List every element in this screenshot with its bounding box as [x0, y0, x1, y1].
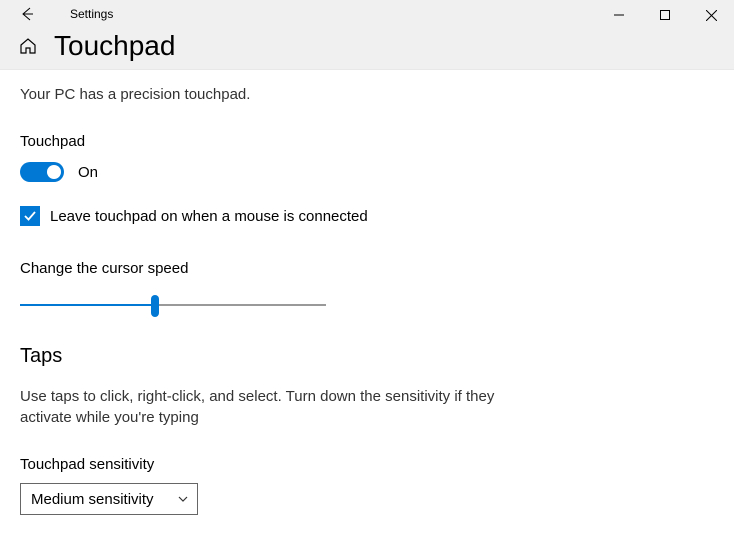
sensitivity-value: Medium sensitivity [31, 491, 154, 508]
minimize-button[interactable] [596, 0, 642, 30]
leave-touchpad-on-label: Leave touchpad on when a mouse is connec… [50, 208, 368, 225]
home-icon[interactable] [18, 36, 38, 56]
toggle-thumb [47, 165, 61, 179]
touchpad-section-label: Touchpad [20, 133, 714, 150]
content-area: Your PC has a precision touchpad. Touchp… [0, 70, 734, 515]
app-title: Settings [70, 7, 113, 21]
precision-touchpad-info: Your PC has a precision touchpad. [20, 86, 714, 103]
arrow-left-icon [18, 6, 34, 22]
touchpad-toggle[interactable] [20, 162, 64, 182]
sensitivity-label: Touchpad sensitivity [20, 456, 714, 473]
maximize-button[interactable] [642, 0, 688, 30]
close-icon [706, 10, 717, 21]
titlebar: Settings [0, 0, 734, 70]
cursor-speed-slider[interactable] [20, 293, 326, 317]
maximize-icon [660, 10, 670, 20]
minimize-icon [614, 10, 624, 20]
slider-thumb [151, 295, 159, 317]
window-controls [596, 0, 734, 30]
checkmark-icon [23, 209, 37, 223]
leave-touchpad-on-checkbox[interactable] [20, 206, 40, 226]
page-title: Touchpad [54, 30, 175, 62]
cursor-speed-label: Change the cursor speed [20, 260, 714, 277]
sensitivity-dropdown[interactable]: Medium sensitivity [20, 483, 198, 515]
toggle-state-label: On [78, 164, 98, 181]
taps-heading: Taps [20, 345, 714, 368]
slider-fill [20, 304, 155, 306]
chevron-down-icon [177, 493, 189, 505]
back-button[interactable] [18, 0, 48, 28]
taps-description: Use taps to click, right-click, and sele… [20, 386, 510, 428]
close-button[interactable] [688, 0, 734, 30]
